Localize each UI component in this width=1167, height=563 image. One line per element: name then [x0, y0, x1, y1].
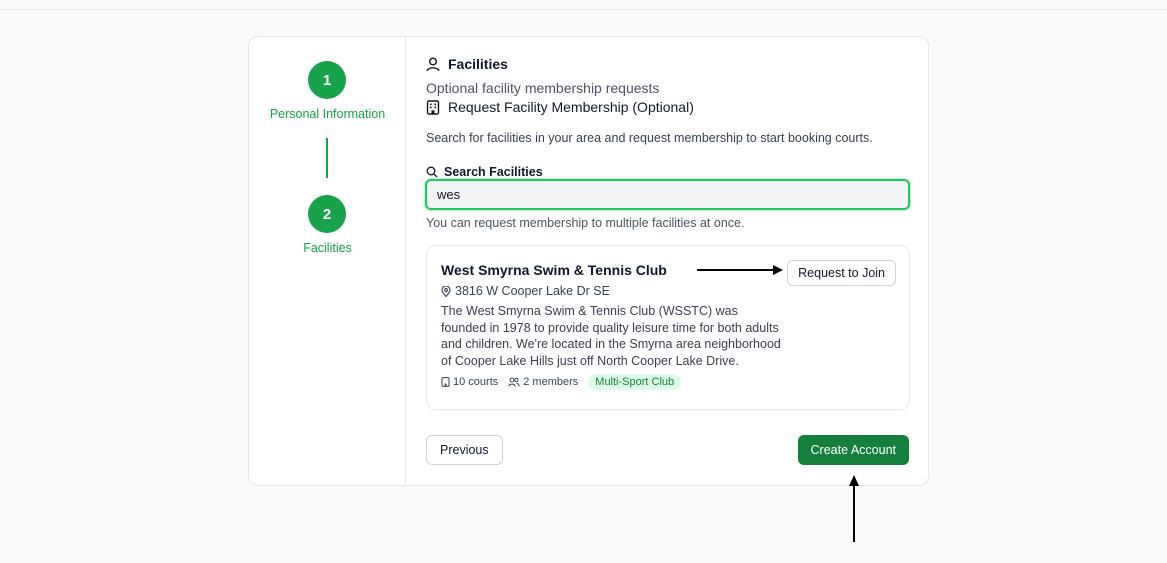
facility-address: 3816 W Cooper Lake Dr SE	[441, 284, 610, 298]
facility-type-badge: Multi-Sport Club	[588, 374, 682, 390]
building-icon	[426, 99, 440, 115]
section-title: Facilities	[426, 56, 508, 72]
users-icon	[508, 377, 520, 387]
search-label-text: Search Facilities	[444, 165, 543, 179]
signup-card: 1 Personal Information 2 Facilities Faci…	[248, 36, 929, 486]
annotation-arrow-right	[697, 265, 783, 275]
facility-card: West Smyrna Swim & Tennis Club Request t…	[426, 245, 910, 410]
request-to-join-button[interactable]: Request to Join	[787, 260, 896, 286]
search-label: Search Facilities	[426, 165, 543, 179]
building-icon	[441, 377, 450, 387]
step-1-circle[interactable]: 1	[308, 61, 346, 99]
search-input[interactable]	[425, 179, 910, 210]
section-description: Search for facilities in your area and r…	[426, 131, 873, 145]
search-helper-text: You can request membership to multiple f…	[426, 216, 745, 230]
request-heading-text: Request Facility Membership (Optional)	[448, 99, 694, 115]
courts-count-text: 10 courts	[453, 376, 499, 388]
search-icon	[426, 166, 438, 178]
step-2-circle[interactable]: 2	[308, 195, 346, 233]
main-panel: Facilities Optional facility membership …	[406, 37, 928, 485]
top-divider	[0, 9, 1167, 10]
user-icon	[426, 57, 440, 71]
section-title-text: Facilities	[448, 56, 508, 72]
members-count-text: 2 members	[523, 376, 579, 388]
facility-name: West Smyrna Swim & Tennis Club	[441, 262, 667, 278]
annotation-arrow-up	[849, 475, 859, 542]
courts-count: 10 courts	[441, 376, 498, 388]
request-heading: Request Facility Membership (Optional)	[426, 99, 694, 115]
previous-button[interactable]: Previous	[426, 435, 503, 465]
facility-address-text: 3816 W Cooper Lake Dr SE	[455, 284, 610, 298]
step-1-label[interactable]: Personal Information	[249, 107, 406, 121]
stepper: 1 Personal Information 2 Facilities	[249, 37, 406, 485]
map-pin-icon	[441, 285, 451, 297]
members-count: 2 members	[508, 376, 578, 388]
section-subtitle: Optional facility membership requests	[426, 80, 660, 96]
facility-meta: 10 courts 2 members Multi-Sport Club	[441, 374, 682, 390]
create-account-button[interactable]: Create Account	[797, 435, 909, 465]
step-2-label[interactable]: Facilities	[249, 241, 406, 255]
step-connector	[326, 138, 328, 178]
facility-description: The West Smyrna Swim & Tennis Club (WSST…	[441, 304, 781, 368]
